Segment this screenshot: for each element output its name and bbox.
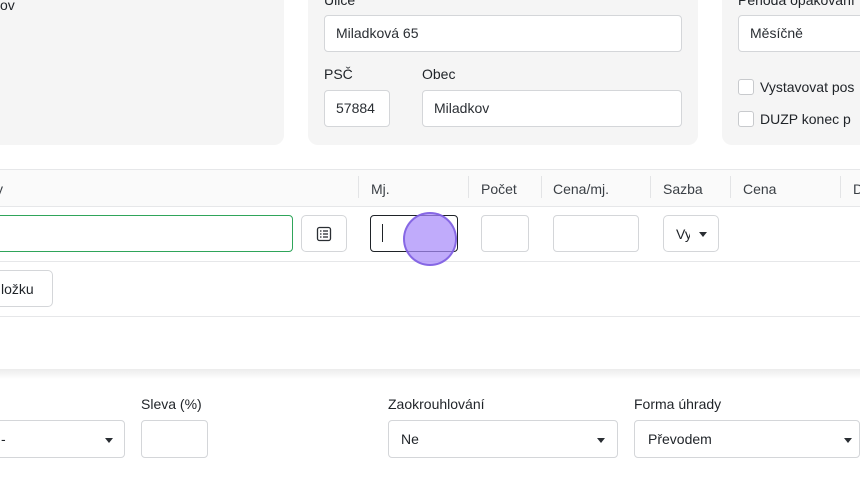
section-divider [0,316,860,317]
rounding-select[interactable]: Ne [388,420,618,458]
issue-checkbox[interactable] [738,79,754,95]
table-header-border [0,206,860,207]
text-caret [382,224,383,242]
add-item-button[interactable]: ložku [0,270,53,307]
rounding-select-value: Ne [401,431,419,447]
payment-select[interactable]: Převodem [634,420,860,458]
chevron-down-icon [105,438,113,443]
col-separator [730,176,731,198]
col-unit-price-header: Cena/mj. [553,181,610,197]
col-count-header: Počet [481,181,517,197]
city-label: Obec [422,66,456,82]
chevron-down-icon [597,438,605,443]
discount-label: Sleva (%) [141,396,202,412]
item-name-input[interactable] [0,215,293,252]
duzp-checkbox[interactable] [738,111,754,127]
rounding-label: Zaokrouhlování [388,396,485,412]
left-card-text: ov [0,0,15,13]
section-shadow [0,369,860,379]
discount-input[interactable] [141,420,208,458]
item-count-input[interactable] [481,215,529,252]
col-separator [541,176,542,198]
item-rate-select[interactable]: Vy [663,215,719,252]
col-more-header: D [853,181,860,197]
period-select[interactable]: Měsíčně [738,15,860,52]
col-rate-header: Sazba [663,181,703,197]
col-separator [840,176,841,198]
item-picker-button[interactable] [301,215,347,252]
left-address-card: ov [0,0,284,145]
col-separator [468,176,469,198]
street-label: Ulice [324,0,356,8]
street-input[interactable]: Miladková 65 [324,15,682,52]
col-name-header: y [0,181,3,197]
zip-input[interactable]: 57884 [324,90,390,127]
item-rate-value: Vy [676,226,690,242]
first-select[interactable]: - [0,420,125,458]
city-input[interactable]: Miladkov [422,90,682,127]
table-top-border [0,169,860,170]
duzp-checkbox-label: DUZP konec p [760,111,851,127]
payment-label: Forma úhrady [634,396,722,412]
chevron-down-icon [844,438,852,443]
first-select-value: - [1,431,6,447]
col-separator [358,176,359,198]
click-indicator [403,212,457,266]
payment-select-value: Převodem [648,431,712,447]
add-item-label: ložku [1,281,34,297]
period-label: Perioda opakování [738,0,855,8]
zip-label: PSČ [324,66,353,82]
col-separator [650,176,651,198]
chevron-down-icon [699,232,707,237]
item-unit-price-input[interactable] [553,215,639,252]
list-icon [316,226,332,242]
issue-checkbox-label: Vystavovat pos [760,79,855,95]
col-unit-header: Mj. [371,181,390,197]
col-price-header: Cena [743,181,777,197]
table-header-bar [0,170,860,207]
